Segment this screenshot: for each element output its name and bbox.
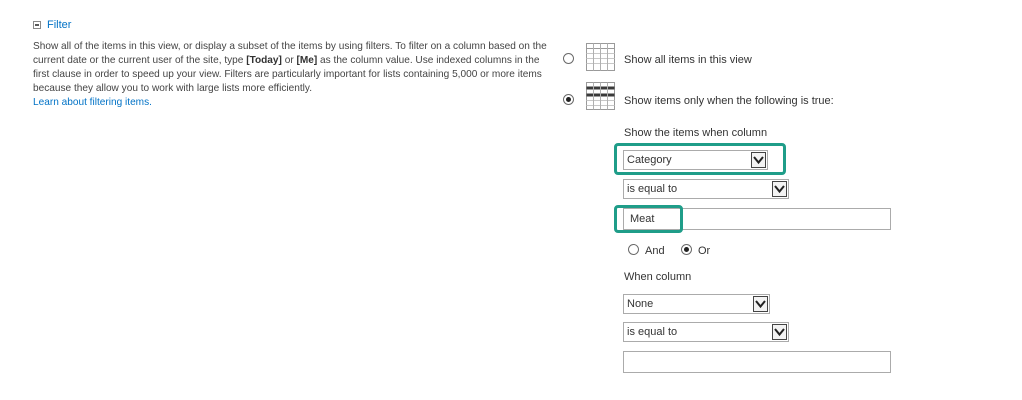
filter1-column-label: Show the items when column — [624, 127, 768, 139]
filter1-operator-select[interactable]: is equal to — [623, 179, 789, 199]
show-all-radio[interactable] — [563, 53, 574, 64]
learn-filtering-link[interactable]: Learn about filtering items. — [33, 97, 152, 108]
filter2-value-input[interactable] — [623, 351, 891, 373]
show-filtered-radio[interactable] — [563, 94, 574, 105]
or-radio[interactable] — [681, 244, 692, 255]
show-all-label[interactable]: Show all items in this view — [624, 53, 752, 67]
token-me: [Me] — [296, 55, 318, 66]
filter2-column-value: None — [627, 298, 654, 310]
filtered-table-icon — [586, 82, 615, 110]
filter-section-header[interactable]: Filter — [33, 17, 71, 33]
token-today: [Today] — [246, 55, 282, 66]
section-title[interactable]: Filter — [47, 18, 71, 32]
filter-description: Show all of the items in this view, or d… — [33, 40, 548, 110]
table-grid-icon — [586, 43, 615, 71]
category-highlight — [614, 143, 786, 175]
and-label[interactable]: And — [645, 244, 665, 258]
chevron-down-icon[interactable] — [772, 181, 787, 197]
and-radio[interactable] — [628, 244, 639, 255]
chevron-down-icon[interactable] — [753, 296, 768, 312]
or-label[interactable]: Or — [698, 244, 710, 258]
show-filtered-label[interactable]: Show items only when the following is tr… — [624, 94, 834, 108]
meat-highlight — [614, 205, 683, 233]
filter2-column-label: When column — [624, 271, 692, 283]
chevron-down-icon[interactable] — [772, 324, 787, 340]
collapse-icon[interactable] — [33, 21, 41, 29]
filter2-column-select[interactable]: None — [623, 294, 770, 314]
filter1-operator-value: is equal to — [627, 183, 678, 195]
filter2-operator-select[interactable]: is equal to — [623, 322, 789, 342]
description-or: or — [281, 55, 297, 66]
filter2-operator-value: is equal to — [627, 326, 678, 338]
